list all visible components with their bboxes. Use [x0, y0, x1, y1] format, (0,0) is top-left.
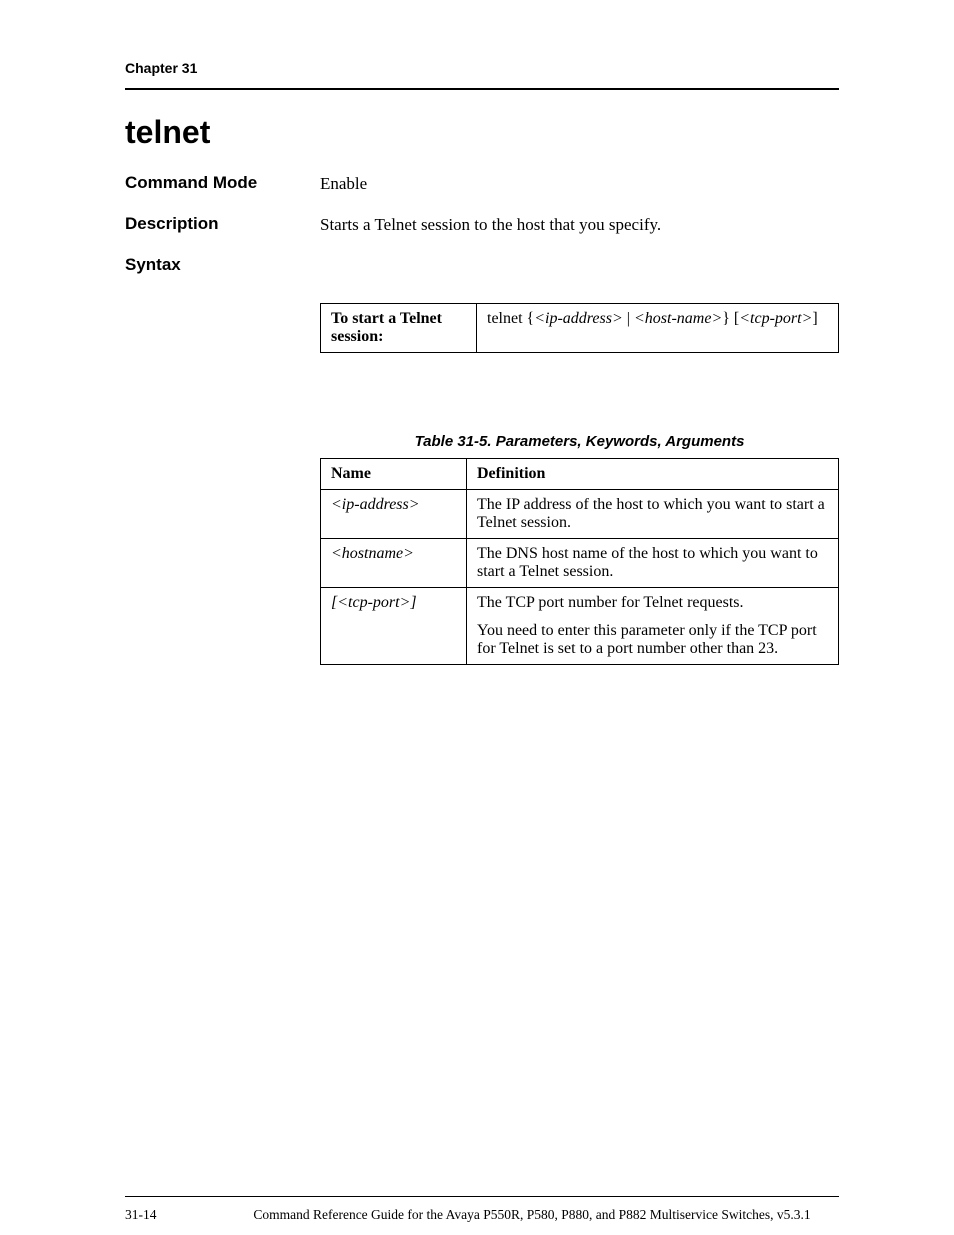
param-def-text: The TCP port number for Telnet requests. [477, 594, 828, 612]
description-row: Description Starts a Telnet session to t… [125, 214, 839, 235]
footer-row: 31-14 Command Reference Guide for the Av… [125, 1207, 839, 1223]
param-table: Name Definition <ip-address> The IP addr… [320, 458, 839, 665]
param-header-definition: Definition [467, 459, 839, 490]
cmd-p1: <ip-address> [534, 310, 623, 327]
param-name: <hostname> [321, 539, 467, 588]
table-row: <hostname> The DNS host name of the host… [321, 539, 839, 588]
page-footer: 31-14 Command Reference Guide for the Av… [125, 1196, 839, 1223]
param-definition: The TCP port number for Telnet requests.… [467, 588, 839, 665]
param-header-row: Name Definition [321, 459, 839, 490]
param-name: [<tcp-port>] [321, 588, 467, 665]
syntax-command-cell: telnet {<ip-address> | <host-name>} [<tc… [477, 304, 839, 353]
cmd-p3: <tcp-port> [739, 310, 812, 327]
param-name: <ip-address> [321, 490, 467, 539]
command-mode-label: Command Mode [125, 173, 320, 193]
description-value: Starts a Telnet session to the host that… [320, 214, 839, 235]
param-definition: The IP address of the host to which you … [467, 490, 839, 539]
syntax-label: Syntax [125, 255, 320, 275]
page-number: 31-14 [125, 1207, 225, 1223]
cmd-prefix: telnet { [487, 310, 534, 327]
page: Chapter 31 telnet Command Mode Enable De… [0, 0, 954, 1235]
page-title: telnet [125, 114, 839, 151]
cmd-suffix: ] [812, 310, 817, 327]
cmd-sep1: | [623, 310, 634, 327]
command-mode-value: Enable [320, 173, 839, 194]
chapter-header: Chapter 31 [125, 60, 839, 82]
table-row: <ip-address> The IP address of the host … [321, 490, 839, 539]
syntax-row: Syntax [125, 255, 839, 275]
syntax-table-row: To start a Telnet session: telnet {<ip-a… [321, 304, 839, 353]
description-label: Description [125, 214, 320, 234]
param-def-text: The DNS host name of the host to which y… [477, 545, 828, 581]
table-row: [<tcp-port>] The TCP port number for Tel… [321, 588, 839, 665]
header-rule [125, 88, 839, 90]
footer-text: Command Reference Guide for the Avaya P5… [225, 1207, 839, 1223]
syntax-value [320, 255, 839, 256]
param-definition: The DNS host name of the host to which y… [467, 539, 839, 588]
cmd-p2: <host-name> [634, 310, 722, 327]
command-mode-row: Command Mode Enable [125, 173, 839, 194]
param-table-caption: Table 31-5. Parameters, Keywords, Argume… [320, 433, 839, 450]
param-header-name: Name [321, 459, 467, 490]
param-def-text: The IP address of the host to which you … [477, 496, 828, 532]
param-def-text: You need to enter this parameter only if… [477, 622, 828, 658]
footer-rule [125, 1196, 839, 1197]
syntax-table: To start a Telnet session: telnet {<ip-a… [320, 303, 839, 353]
cmd-mid: } [ [722, 310, 739, 327]
syntax-action-cell: To start a Telnet session: [321, 304, 477, 353]
